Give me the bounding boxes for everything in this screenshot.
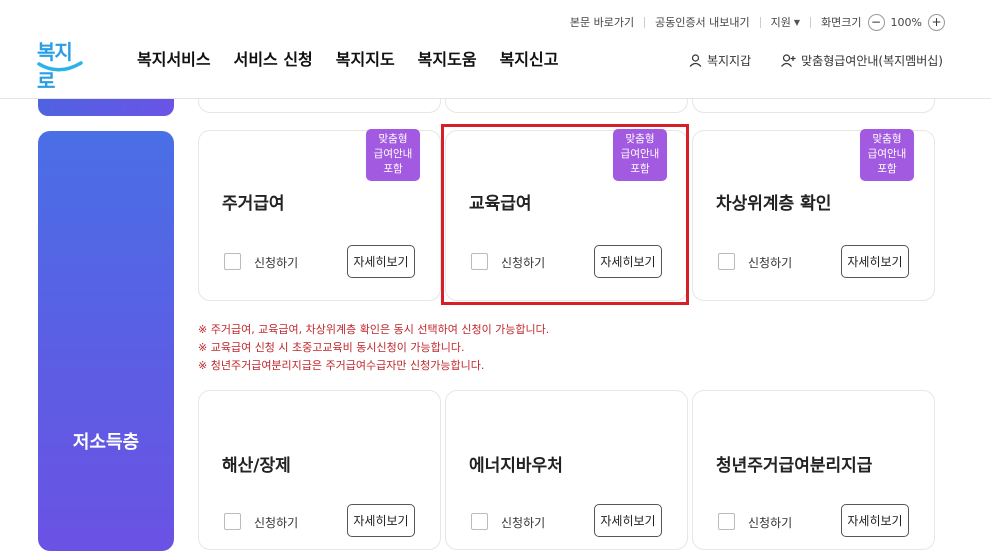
apply-checkbox-label[interactable]: 신청하기 bbox=[501, 514, 545, 531]
card-title: 청년주거급여분리지급 bbox=[716, 456, 873, 476]
category-label: 저소득층 bbox=[72, 432, 140, 453]
welfare-wallet-link[interactable]: 복지지갑 bbox=[689, 52, 751, 69]
apply-checkbox-label[interactable]: 신청하기 bbox=[254, 254, 298, 271]
main-navigation: 복지서비스 서비스 신청 복지지도 복지도움 복지신고 bbox=[137, 46, 581, 70]
cert-export-link[interactable]: 공동인증서 내보내기 bbox=[655, 14, 750, 30]
zoom-in-button[interactable]: + bbox=[928, 13, 945, 31]
notice-list: ※ 주거급여, 교육급여, 차상위계층 확인은 동시 선택하여 신청이 가능합니… bbox=[198, 321, 549, 375]
support-menu[interactable]: 지원 ▼ bbox=[771, 14, 800, 30]
welfare-wallet-label: 복지지갑 bbox=[706, 54, 752, 68]
badge-line: 맞춤형 bbox=[872, 133, 902, 145]
membership-link[interactable]: 맞춤형급여안내(복지멤버십) bbox=[781, 52, 943, 69]
user-links: 복지지갑 맞춤형급여안내(복지멤버십) bbox=[689, 52, 943, 69]
category-tab-low-income[interactable]: 저소득층 bbox=[38, 131, 174, 551]
support-label: 지원 bbox=[770, 16, 791, 29]
card-title: 해산/장제 bbox=[222, 456, 291, 476]
service-card-energy-voucher: 에너지바우처 신청하기 자세히보기 bbox=[445, 390, 688, 550]
nav-welfare-help[interactable]: 복지도움 bbox=[418, 46, 477, 70]
service-card-youth-housing-split: 청년주거급여분리지급 신청하기 자세히보기 bbox=[692, 390, 935, 550]
service-card-near-poverty-confirmation: 맞춤형 급여안내 포함 차상위계층 확인 신청하기 자세히보기 bbox=[692, 129, 935, 301]
previous-card-edge bbox=[692, 99, 935, 113]
previous-card-edge bbox=[445, 99, 688, 113]
site-header: 본문 바로가기 공동인증서 내보내기 지원 ▼ 화면크기 − 100% + 복지… bbox=[0, 0, 991, 99]
notice-item: ※ 주거급여, 교육급여, 차상위계층 확인은 동시 선택하여 신청이 가능합니… bbox=[198, 323, 550, 336]
nav-welfare-services[interactable]: 복지서비스 bbox=[137, 46, 211, 70]
membership-label: 맞춤형급여안내(복지멤버십) bbox=[801, 54, 943, 68]
zoom-out-button[interactable]: − bbox=[867, 13, 885, 31]
chevron-down-icon: ▼ bbox=[793, 17, 801, 27]
site-logo[interactable]: 복지로 bbox=[37, 36, 87, 93]
service-card-childbirth-funeral: 해산/장제 신청하기 자세히보기 bbox=[198, 390, 441, 550]
custom-benefit-badge: 맞춤형 급여안내 포함 bbox=[860, 129, 914, 181]
view-details-button[interactable]: 자세히보기 bbox=[841, 504, 909, 537]
card-title: 차상위계층 확인 bbox=[716, 194, 832, 214]
card-title: 주거급여 bbox=[222, 194, 285, 214]
service-card-housing-benefit: 맞춤형 급여안내 포함 주거급여 신청하기 자세히보기 bbox=[198, 129, 441, 301]
apply-checkbox[interactable] bbox=[471, 513, 488, 530]
apply-checkbox[interactable] bbox=[718, 253, 735, 270]
nav-service-application[interactable]: 서비스 신청 bbox=[234, 46, 313, 70]
badge-line: 급여안내 bbox=[373, 148, 413, 160]
notice-item: ※ 청년주거급여분리지급은 주거급여수급자만 신청가능합니다. bbox=[198, 359, 485, 372]
highlight-box bbox=[441, 124, 689, 305]
apply-checkbox-label[interactable]: 신청하기 bbox=[748, 254, 792, 271]
badge-line: 맞춤형 bbox=[378, 133, 408, 145]
nav-welfare-report[interactable]: 복지신고 bbox=[500, 46, 559, 70]
apply-checkbox-label[interactable]: 신청하기 bbox=[254, 514, 298, 531]
notice-item: ※ 교육급여 신청 시 초중고교육비 동시신청이 가능합니다. bbox=[198, 341, 465, 354]
zoom-value: 100% bbox=[890, 15, 922, 29]
view-details-button[interactable]: 자세히보기 bbox=[347, 245, 415, 278]
view-details-button[interactable]: 자세히보기 bbox=[347, 504, 415, 537]
zoom-label: 화면크기 bbox=[821, 16, 862, 29]
view-details-button[interactable]: 자세히보기 bbox=[594, 504, 662, 537]
category-tab-previous[interactable] bbox=[38, 99, 174, 116]
skip-to-content-link[interactable]: 본문 바로가기 bbox=[570, 14, 634, 30]
utility-bar: 본문 바로가기 공동인증서 내보내기 지원 ▼ 화면크기 − 100% + bbox=[570, 12, 951, 32]
divider bbox=[810, 16, 812, 28]
badge-line: 포함 bbox=[877, 163, 897, 175]
card-title: 에너지바우처 bbox=[469, 456, 563, 476]
apply-checkbox[interactable] bbox=[224, 513, 241, 530]
person-icon bbox=[689, 54, 702, 67]
apply-checkbox[interactable] bbox=[718, 513, 735, 530]
logo-swoosh-icon bbox=[37, 61, 83, 72]
apply-checkbox[interactable] bbox=[224, 253, 241, 270]
view-details-button[interactable]: 자세히보기 bbox=[841, 245, 909, 278]
badge-line: 급여안내 bbox=[867, 148, 907, 160]
person-add-icon bbox=[781, 54, 796, 67]
divider bbox=[644, 16, 646, 28]
nav-welfare-map[interactable]: 복지지도 bbox=[336, 46, 395, 70]
divider bbox=[759, 16, 761, 28]
custom-benefit-badge: 맞춤형 급여안내 포함 bbox=[366, 129, 420, 181]
badge-line: 포함 bbox=[383, 163, 403, 175]
apply-checkbox-label[interactable]: 신청하기 bbox=[748, 514, 792, 531]
previous-card-edge bbox=[198, 99, 441, 113]
